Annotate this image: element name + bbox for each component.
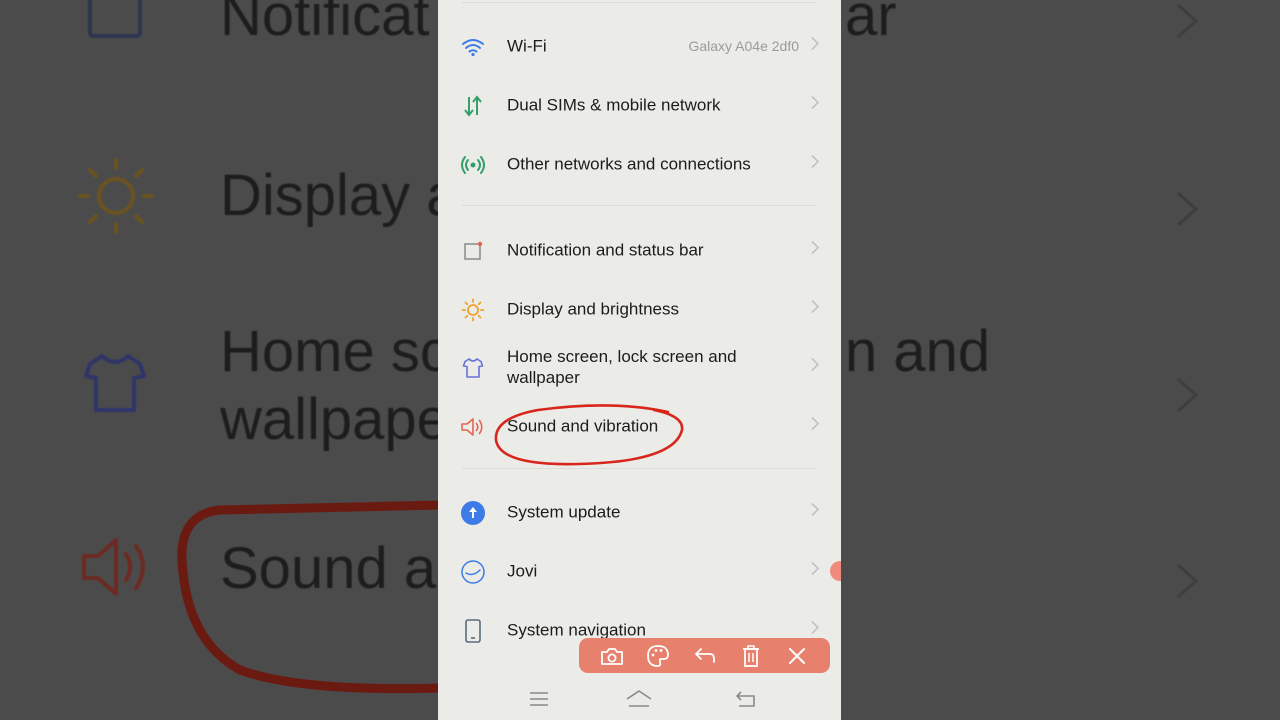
- chevron-right-icon: [811, 416, 820, 436]
- divider: [462, 2, 817, 3]
- chevron-right-icon: [811, 36, 820, 56]
- speaker-icon: [460, 414, 486, 440]
- settings-item-label: Dual SIMs & mobile network: [507, 95, 721, 115]
- chevron-right-icon: [1172, 0, 1202, 55]
- chevron-right-icon: [811, 299, 820, 319]
- settings-item-label: Jovi: [507, 561, 538, 581]
- jovi-icon: [460, 559, 486, 585]
- settings-item-wifi[interactable]: Wi-Fi Galaxy A04e 2df0: [438, 20, 841, 72]
- chevron-right-icon: [811, 154, 820, 174]
- menu-icon[interactable]: [524, 685, 554, 713]
- chevron-right-icon: [811, 95, 820, 115]
- notification-icon: [86, 0, 146, 47]
- wifi-network-name: Galaxy A04e 2df0: [688, 38, 799, 54]
- settings-item-label: Notification and status bar: [507, 240, 704, 260]
- settings-item-label: System update: [507, 502, 621, 522]
- settings-item-home-screen[interactable]: Home screen, lock screen and wallpaper: [438, 341, 841, 393]
- chevron-right-icon: [1172, 174, 1202, 243]
- settings-item-sound[interactable]: Sound and vibration: [438, 400, 841, 452]
- screenshot-toolbar: [579, 638, 830, 673]
- settings-item-label: Home screen, lock screen and wallpaper: [507, 347, 737, 387]
- trash-icon[interactable]: [737, 642, 765, 670]
- theme-shirt-icon: [460, 355, 486, 381]
- theme-shirt-icon: [82, 350, 148, 421]
- connections-icon: [460, 152, 486, 178]
- bg-notification-tail: ar: [845, 0, 897, 48]
- chevron-right-icon: [1172, 546, 1202, 615]
- navigation-bar: [438, 677, 841, 720]
- speaker-icon: [80, 534, 156, 605]
- bg-notification-text: Notificat: [220, 0, 430, 48]
- bg-sound-text: Sound ar: [220, 536, 456, 601]
- undo-icon[interactable]: [690, 642, 718, 670]
- chevron-right-icon: [811, 620, 820, 640]
- brightness-icon: [460, 297, 486, 323]
- settings-screen: Wi-Fi Galaxy A04e 2df0 Dual SIMs & mobil…: [438, 0, 841, 720]
- divider: [462, 205, 817, 206]
- chevron-right-icon: [811, 561, 820, 581]
- settings-item-jovi[interactable]: Jovi: [438, 545, 841, 597]
- camera-icon[interactable]: [598, 642, 626, 670]
- bg-display-text: Display a: [220, 163, 459, 228]
- bg-home-line1-tail: n and: [845, 319, 991, 384]
- chevron-right-icon: [811, 357, 820, 377]
- divider: [462, 468, 817, 469]
- system-update-icon: [460, 500, 486, 526]
- settings-item-system-update[interactable]: System update: [438, 486, 841, 538]
- settings-item-notification[interactable]: Notification and status bar: [438, 224, 841, 276]
- wifi-icon: [460, 34, 486, 60]
- close-icon[interactable]: [783, 642, 811, 670]
- palette-icon[interactable]: [644, 642, 672, 670]
- phone-icon: [460, 618, 486, 644]
- settings-item-label: Display and brightness: [507, 299, 679, 319]
- chevron-right-icon: [811, 240, 820, 260]
- settings-item-dual-sims[interactable]: Dual SIMs & mobile network: [438, 79, 841, 131]
- chevron-right-icon: [1172, 360, 1202, 429]
- bg-home-line1: Home sc: [220, 319, 449, 384]
- back-icon[interactable]: [731, 685, 761, 713]
- notification-icon: [460, 238, 486, 264]
- settings-item-label: Other networks and connections: [507, 154, 751, 174]
- home-icon[interactable]: [624, 685, 654, 713]
- settings-item-other-networks[interactable]: Other networks and connections: [438, 138, 841, 190]
- brightness-icon: [78, 158, 154, 239]
- mobile-data-icon: [460, 93, 486, 119]
- settings-item-label: Sound and vibration: [507, 416, 659, 436]
- settings-item-display[interactable]: Display and brightness: [438, 283, 841, 335]
- bg-home-line2: wallpape: [220, 387, 449, 452]
- chevron-right-icon: [811, 502, 820, 522]
